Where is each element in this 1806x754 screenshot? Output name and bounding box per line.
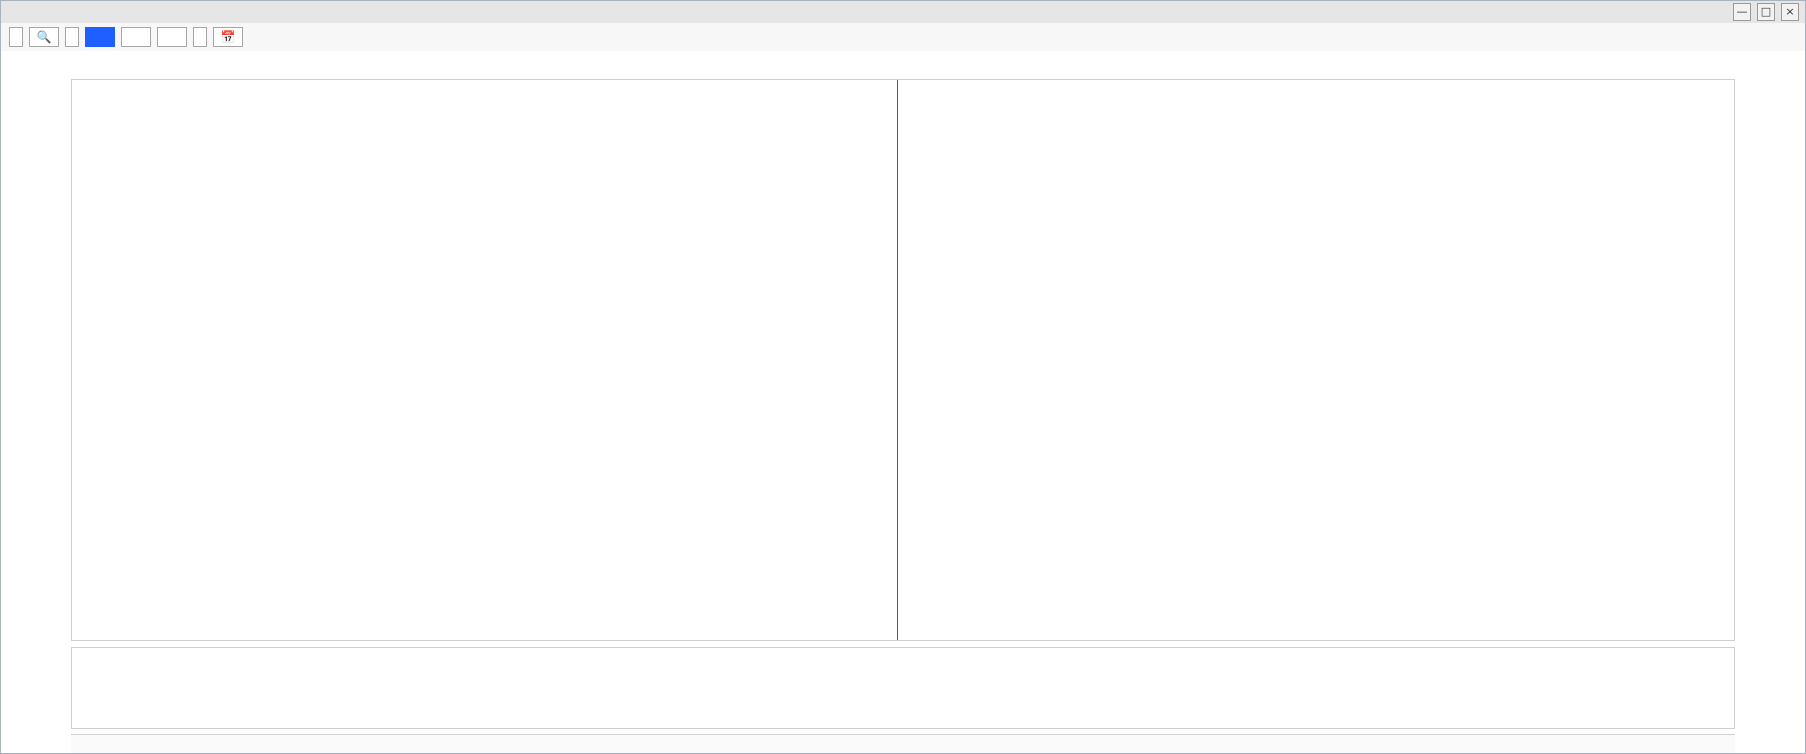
period-day-button[interactable] bbox=[85, 27, 115, 47]
price-chart-svg bbox=[72, 80, 1734, 640]
symbol-name-display bbox=[65, 27, 79, 47]
date-marker-line bbox=[897, 80, 898, 640]
volume-chart-svg bbox=[72, 648, 1734, 728]
title-bar: — □ × bbox=[1, 1, 1805, 24]
maximize-button[interactable]: □ bbox=[1757, 3, 1775, 21]
minimize-button[interactable]: — bbox=[1733, 3, 1751, 21]
window-controls: — □ × bbox=[1733, 3, 1799, 21]
search-button[interactable]: 🔍 bbox=[29, 27, 59, 47]
main-toolbar: 🔍 📅 bbox=[1, 23, 1805, 52]
y-axis-right bbox=[1735, 79, 1805, 727]
period-month-button[interactable] bbox=[157, 27, 187, 47]
chart-area bbox=[1, 73, 1805, 753]
volume-pane bbox=[71, 647, 1735, 729]
x-axis bbox=[71, 734, 1735, 753]
symbol-code-input[interactable] bbox=[9, 27, 23, 47]
y-axis-left bbox=[1, 79, 71, 727]
app-window: — □ × 🔍 📅 bbox=[0, 0, 1806, 754]
price-pane bbox=[71, 79, 1735, 641]
calendar-button[interactable]: 📅 bbox=[213, 27, 243, 47]
period-week-button[interactable] bbox=[121, 27, 151, 47]
date-input[interactable] bbox=[193, 27, 207, 47]
quote-info-bar bbox=[1, 51, 1805, 74]
close-button[interactable]: × bbox=[1781, 3, 1799, 21]
